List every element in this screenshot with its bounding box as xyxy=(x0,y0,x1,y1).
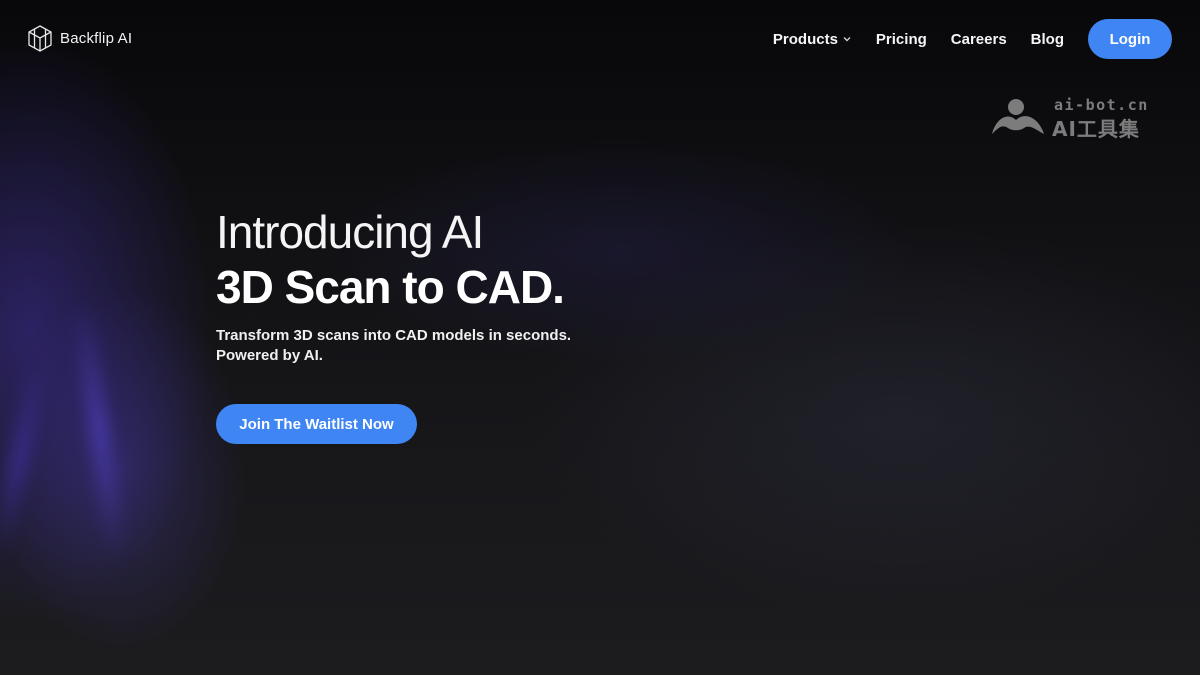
hero-title-main: 3D Scan to CAD. xyxy=(216,261,565,313)
light-beam xyxy=(0,360,49,560)
nav-products[interactable]: Products xyxy=(773,31,852,48)
watermark-name: AI工具集 xyxy=(1052,117,1140,141)
watermark-url: ai-bot.cn xyxy=(1054,96,1149,114)
nav-careers[interactable]: Careers xyxy=(951,31,1007,48)
hero-section: Introducing AI 3D Scan to CAD. Transform… xyxy=(216,204,816,444)
nav-blog-label: Blog xyxy=(1030,30,1064,48)
site-header: Backflip AI Products Pricing Careers Blo… xyxy=(0,0,1200,78)
nav-careers-label: Careers xyxy=(950,30,1007,48)
nav-pricing-label: Pricing xyxy=(875,30,927,48)
chevron-down-icon xyxy=(843,37,851,42)
hero-title-intro: Introducing AI xyxy=(216,206,484,258)
login-button[interactable]: Login xyxy=(1088,19,1172,59)
light-beam xyxy=(71,300,127,560)
watermark-logo-icon xyxy=(992,99,1044,134)
nav-pricing[interactable]: Pricing xyxy=(876,31,927,48)
nav-blog[interactable]: Blog xyxy=(1031,31,1064,48)
cube-logo-icon xyxy=(28,25,52,52)
brand-name: Backflip AI xyxy=(60,30,133,47)
brand-logo[interactable]: Backflip AI xyxy=(28,25,132,52)
nav-products-label: Products xyxy=(772,30,838,48)
main-nav: Products Pricing Careers Blog Login xyxy=(773,19,1172,59)
hero-subtitle-line2: Powered by AI. xyxy=(216,347,323,364)
watermark: ai-bot.cn AI工具集 xyxy=(990,96,1170,141)
join-waitlist-button[interactable]: Join The Waitlist Now xyxy=(216,404,417,444)
hero-subtitle: Transform 3D scans into CAD models in se… xyxy=(216,326,596,366)
hero-subtitle-line1: Transform 3D scans into CAD models in se… xyxy=(216,327,572,344)
